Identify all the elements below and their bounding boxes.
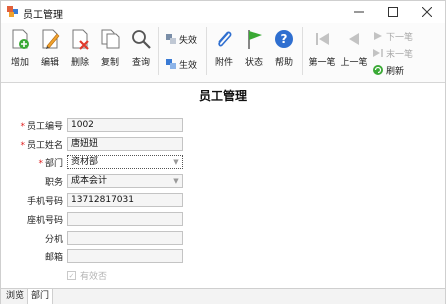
employee-no-label: * 员工编号 [20, 122, 63, 132]
employee-no-field[interactable]: 1002 [67, 118, 183, 132]
first-record-icon [311, 28, 333, 50]
maximize-button[interactable] [376, 1, 410, 23]
previous-record-button[interactable]: 上一笔 [338, 26, 370, 70]
add-label: 增加 [10, 58, 29, 68]
deactivate-label: 失效 [179, 35, 198, 46]
copy-button[interactable]: 复制 [95, 26, 125, 70]
employee-name-field[interactable]: 唐妞妞 [67, 137, 183, 151]
paperclip-icon [213, 28, 235, 50]
delete-document-icon [69, 28, 91, 50]
department-select[interactable]: 资材部 ▼ [67, 155, 183, 169]
activate-button[interactable]: 生效 [165, 56, 197, 72]
toolbar-separator [206, 27, 207, 75]
maximize-icon [388, 7, 398, 17]
close-button[interactable] [410, 1, 444, 23]
department-value: 资材部 [71, 157, 99, 167]
window-title: 员工管理 [23, 10, 63, 21]
email-field[interactable] [67, 249, 183, 263]
activate-icon [165, 58, 177, 70]
copy-label: 复制 [100, 58, 119, 68]
position-select[interactable]: 成本会计 ▼ [67, 174, 183, 188]
active-checkbox[interactable]: ✓ [67, 271, 76, 280]
landline-field[interactable] [67, 212, 183, 226]
chevron-down-icon[interactable]: ▼ [171, 176, 181, 186]
mobile-field[interactable]: 13712817031 [67, 193, 183, 207]
last-record-button[interactable]: 末一笔 [372, 45, 413, 61]
deactivate-icon [165, 33, 177, 45]
last-record-label: 末一笔 [386, 49, 414, 60]
toolbar-separator [302, 27, 303, 75]
email-label: 邮箱 [44, 253, 63, 263]
help-button[interactable]: ? 帮助 [269, 26, 299, 70]
chevron-down-icon[interactable]: ▼ [171, 157, 181, 167]
close-icon [422, 7, 432, 17]
extension-label: 分机 [44, 235, 63, 245]
help-icon: ? [273, 28, 295, 50]
refresh-label: 刷新 [386, 66, 405, 77]
attach-label: 附件 [214, 58, 233, 68]
position-label: 职务 [44, 178, 63, 188]
next-record-label: 下一笔 [386, 32, 414, 43]
toolbar: 增加 编辑 删除 复制 查询 失效 生效 附件 状态 ? 帮助 第一笔 上一笔 … [1, 23, 445, 83]
previous-record-label: 上一笔 [340, 58, 368, 68]
deactivate-button[interactable]: 失效 [165, 31, 197, 47]
title-bar: 员工管理 [1, 1, 445, 23]
refresh-icon [372, 64, 384, 76]
first-record-button[interactable]: 第一笔 [306, 26, 338, 70]
flag-icon [243, 28, 265, 50]
landline-label: 座机号码 [26, 216, 63, 226]
active-checkbox-label: 有效否 [80, 272, 108, 282]
department-label: * 部门 [38, 159, 63, 169]
attach-button[interactable]: 附件 [209, 26, 239, 70]
active-checkbox-row: ✓ 有效否 [67, 269, 107, 282]
first-record-label: 第一笔 [308, 58, 336, 68]
search-icon [130, 28, 152, 50]
required-marker: * [20, 122, 25, 132]
delete-label: 删除 [70, 58, 89, 68]
mobile-label: 手机号码 [26, 197, 63, 207]
extension-field[interactable] [67, 231, 183, 245]
minimize-button[interactable] [342, 1, 376, 23]
previous-record-icon [343, 28, 365, 50]
toolbar-separator [158, 27, 159, 75]
minimize-icon [354, 11, 364, 13]
delete-button[interactable]: 删除 [65, 26, 95, 70]
activate-label: 生效 [179, 60, 198, 71]
bottom-tab-bar: 浏览 部门 [1, 288, 445, 304]
copy-icon [99, 28, 121, 50]
status-label: 状态 [244, 58, 263, 68]
required-marker: * [20, 141, 25, 151]
tab-browse[interactable]: 浏览 [3, 289, 27, 304]
next-record-button[interactable]: 下一笔 [372, 28, 413, 44]
refresh-button[interactable]: 刷新 [372, 62, 404, 78]
edit-label: 编辑 [40, 58, 59, 68]
query-button[interactable]: 查询 [126, 26, 156, 70]
last-record-icon [372, 47, 384, 59]
status-button[interactable]: 状态 [239, 26, 269, 70]
required-marker: * [38, 159, 43, 169]
add-button[interactable]: 增加 [5, 26, 35, 70]
position-value: 成本会计 [71, 176, 108, 186]
employee-name-label: * 员工姓名 [20, 141, 63, 151]
edit-button[interactable]: 编辑 [35, 26, 65, 70]
app-icon [7, 6, 19, 18]
query-label: 查询 [131, 58, 150, 68]
add-document-icon [9, 28, 31, 50]
tab-department[interactable]: 部门 [27, 289, 54, 304]
svg-text:?: ? [281, 32, 288, 46]
help-label: 帮助 [274, 58, 293, 68]
employee-management-window: 员工管理 增加 编辑 删除 复制 查询 失效 生效 附件 状态 ? 帮助 第一笔… [0, 0, 446, 304]
form-title: 员工管理 [198, 89, 247, 103]
edit-document-icon [39, 28, 61, 50]
next-record-icon [372, 30, 384, 42]
